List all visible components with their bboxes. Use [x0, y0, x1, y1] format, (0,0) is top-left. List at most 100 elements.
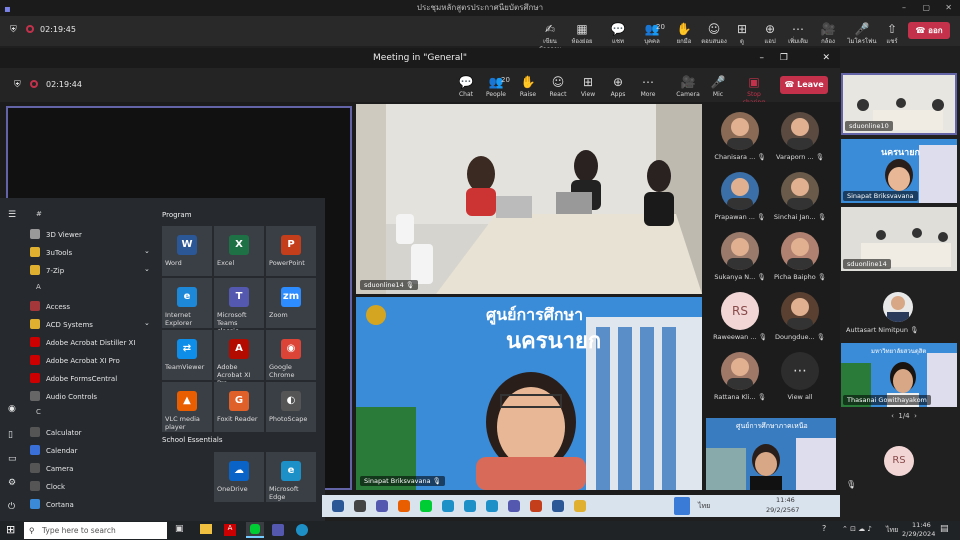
outer-tool-1[interactable]: ▦ ห้องย่อย	[566, 20, 598, 46]
meeting-tool-5[interactable]: ⊕ Apps	[602, 73, 634, 99]
video-tile-room[interactable]: sduonline14 🎙	[356, 104, 702, 294]
participant-tile[interactable]: Sinchai Jan... 🎙	[768, 172, 832, 234]
start-app-item[interactable]: 7-Zip ⌄	[30, 263, 150, 279]
right-tile-2[interactable]: นครนายก Sinapat Briksvavana	[841, 139, 957, 203]
edge-taskbar-icon[interactable]	[296, 524, 308, 536]
meeting-tool-8[interactable]: 🎤 Mic	[702, 73, 734, 99]
pinned-tile[interactable]: TMicrosoft Teams classic	[214, 278, 264, 335]
pinned-tile[interactable]: AAdobe Acrobat XI Pro	[214, 330, 264, 387]
outer-tool-9[interactable]: 🎥 กล้อง	[812, 20, 844, 46]
meeting-tool-0[interactable]: 💬 Chat	[450, 73, 482, 99]
outer-tool-8[interactable]: ⋯ เพิ่มเติม	[782, 20, 814, 46]
meeting-tool-6[interactable]: ⋯ More	[632, 73, 664, 99]
outer-tool-3[interactable]: 👥 20 บุคคล	[636, 20, 668, 46]
file-explorer-icon[interactable]	[200, 524, 212, 534]
inner-restore-icon[interactable]: ❐	[780, 48, 788, 68]
meeting-tool-2[interactable]: ✋ Raise	[512, 73, 544, 99]
outer-tool-2[interactable]: 💬 แชท	[602, 20, 634, 46]
video-tile-speaker[interactable]: ศูนย์การศึกษา นครนายก Sinapat Briksvavan…	[356, 297, 702, 490]
start-app-item[interactable]: Camera	[30, 461, 73, 477]
user-icon[interactable]: ◉	[8, 404, 16, 414]
remote-taskbar-app-icon[interactable]	[332, 500, 344, 512]
participant-tile[interactable]: Rattana Kli... 🎙	[708, 352, 772, 414]
acrobat-taskbar-icon[interactable]: A	[224, 524, 236, 536]
participant-tile[interactable]: ⋯ View all	[768, 352, 832, 414]
start-app-item[interactable]: Adobe Acrobat Distiller XI	[30, 335, 135, 351]
pinned-tile[interactable]: e Internet Explorer	[162, 278, 212, 328]
pinned-tile[interactable]: ◐ PhotoScape	[266, 382, 316, 432]
participant-tile[interactable]: Sukanya N... 🎙	[708, 232, 772, 294]
meeting-tool-1[interactable]: 👥 20 People	[480, 73, 512, 99]
school-tile[interactable]: ☁ OneDrive	[214, 452, 264, 502]
settings-gear-icon[interactable]: ⚙	[8, 478, 16, 488]
participant-tile[interactable]: Prapawan ... 🎙	[708, 172, 772, 234]
right-tile-3[interactable]: sduonline14	[841, 207, 957, 271]
start-app-item[interactable]: Calendar	[30, 443, 77, 459]
start-app-item[interactable]: Adobe FormsCentral	[30, 371, 117, 387]
participant-tile[interactable]: Doungdue... 🎙	[768, 292, 832, 354]
remote-taskbar-app-icon[interactable]	[442, 500, 454, 512]
remote-taskbar-app-icon[interactable]	[464, 500, 476, 512]
outer-tool-4[interactable]: ✋ ยกมือ	[668, 20, 700, 46]
video-tile-campus[interactable]: ศูนย์การศึกษาภาคเหนือ	[706, 418, 836, 490]
start-app-item[interactable]: Access	[30, 299, 70, 315]
remote-taskbar-app-icon[interactable]	[398, 500, 410, 512]
leave-button[interactable]: ☎ Leave	[780, 76, 828, 94]
minimize-icon[interactable]: –	[902, 0, 906, 16]
outer-leave-button[interactable]: ☎ ออก	[908, 22, 950, 39]
line-taskbar-icon[interactable]	[246, 522, 264, 538]
power-icon[interactable]: ⏻	[8, 502, 15, 512]
notifications-icon[interactable]: ▤	[940, 524, 949, 534]
right-tile-5[interactable]: มหาวิทยาลัยสวนดุสิต Thasanai Gowithayako…	[841, 343, 957, 407]
remote-taskbar-app-icon[interactable]	[552, 500, 564, 512]
teams-taskbar-icon[interactable]	[272, 524, 284, 536]
remote-mic-icon[interactable]	[674, 497, 690, 515]
start-app-item[interactable]: 3D Viewer	[30, 227, 82, 243]
pinned-tile[interactable]: ◉ Google Chrome	[266, 330, 316, 380]
document-icon[interactable]: ▯	[8, 430, 13, 440]
pinned-tile[interactable]: ▲ VLC media player	[162, 382, 212, 432]
pinned-tile[interactable]: W Word	[162, 226, 212, 276]
remote-taskbar-app-icon[interactable]	[486, 500, 498, 512]
start-app-item[interactable]: Clock	[30, 479, 65, 495]
right-tile-1[interactable]: sduonline10	[841, 73, 957, 135]
maximize-icon[interactable]: ▢	[922, 0, 930, 16]
start-app-item[interactable]: Cortana	[30, 497, 74, 513]
pinned-tile[interactable]: G Foxit Reader	[214, 382, 264, 432]
pinned-tile[interactable]: ⇄ TeamViewer	[162, 330, 212, 380]
remote-taskbar-app-icon[interactable]	[420, 500, 432, 512]
help-icon[interactable]: ?	[822, 524, 826, 533]
pinned-tile[interactable]: X Excel	[214, 226, 264, 276]
pinned-tile[interactable]: zm Zoom	[266, 278, 316, 328]
windows-start-icon[interactable]: ⊞	[6, 523, 15, 536]
outer-tool-10[interactable]: 🎤 ไมโครโฟน	[846, 20, 878, 46]
taskbar-search-input[interactable]: ⚲ Type here to search	[24, 522, 167, 539]
participant-tile[interactable]: Picha Baipho 🎙	[768, 232, 832, 294]
pinned-tile[interactable]: P PowerPoint	[266, 226, 316, 276]
meeting-tool-3[interactable]: ☺ React	[542, 73, 574, 99]
tray-icons[interactable]: ⌃ ⊡ ☁ ♪	[842, 525, 872, 533]
inner-minimize-icon[interactable]: –	[760, 48, 765, 68]
participant-tile[interactable]: RS Raweewan ... 🎙	[708, 292, 772, 354]
start-app-item[interactable]: Calculator	[30, 425, 82, 441]
school-tile[interactable]: e Microsoft Edge	[266, 452, 316, 502]
start-app-item[interactable]: 3uTools ⌄	[30, 245, 150, 261]
remote-taskbar-app-icon[interactable]	[354, 500, 366, 512]
task-view-icon[interactable]: ▣	[175, 524, 184, 534]
remote-taskbar-app-icon[interactable]	[376, 500, 388, 512]
outer-tool-11[interactable]: ⇧ แชร์	[876, 20, 908, 46]
hamburger-icon[interactable]: ☰	[8, 210, 16, 220]
inner-close-icon[interactable]: ✕	[822, 48, 830, 68]
participant-tile[interactable]: Varaporn ... 🎙	[768, 112, 832, 174]
remote-taskbar-app-icon[interactable]	[574, 500, 586, 512]
start-app-item[interactable]: Adobe Acrobat XI Pro	[30, 353, 120, 369]
start-app-item[interactable]: Audio Controls	[30, 389, 97, 405]
right-pagination[interactable]: ‹ 1/4 ›	[874, 412, 934, 420]
picture-icon[interactable]: ▭	[8, 454, 17, 464]
start-app-item[interactable]: ACD Systems ⌄	[30, 317, 150, 333]
meeting-tool-4[interactable]: ⊞ View	[572, 73, 604, 99]
participant-tile[interactable]: Chanisara ... 🎙	[708, 112, 772, 174]
remote-taskbar-app-icon[interactable]	[508, 500, 520, 512]
remote-taskbar-app-icon[interactable]	[530, 500, 542, 512]
meeting-tool-7[interactable]: 🎥 Camera	[672, 73, 704, 99]
